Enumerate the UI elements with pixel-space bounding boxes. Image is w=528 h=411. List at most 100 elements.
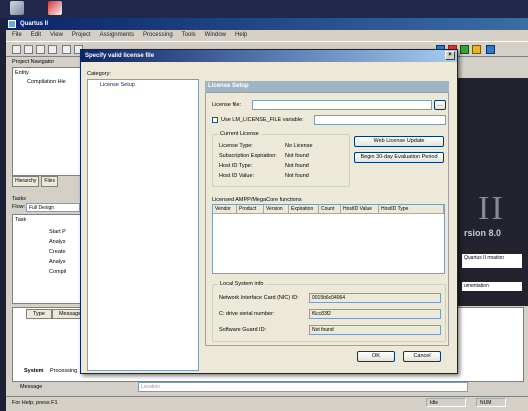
status-num: NUM [476,398,506,407]
location-placeholder: Location [141,384,160,390]
column-type[interactable]: Type [26,309,52,319]
ok-button[interactable]: OK [357,351,395,362]
column-count[interactable]: Count [319,205,341,214]
cancel-button[interactable]: Cancel [403,351,441,362]
software-guard-label: Software Guard ID: [219,327,267,333]
tab-processing[interactable]: Processing [50,368,77,374]
column-product[interactable]: Product [237,205,264,214]
task-item[interactable]: Analys [49,239,66,245]
app-title-bar: Quartus II [6,18,528,30]
tab-system[interactable]: System [24,368,44,374]
navigator-tabs: Hierarchy Files [12,176,82,187]
menu-window[interactable]: Window [205,30,226,41]
programmer-icon[interactable] [472,45,481,54]
license-setup-content: License Setup License file: ... Use LM_L… [203,79,453,371]
tab-files[interactable]: Files [41,176,58,187]
nic-id-value: 0015b6c04064 [309,293,441,303]
host-id-type-label: Host ID Type: [219,163,253,169]
project-navigator: Entity Compilation Hie [12,67,82,176]
desktop-strip [0,0,528,18]
splash-link-documentation[interactable]: umentation [462,282,522,291]
license-type-label: License Type: [219,143,253,149]
license-file-input[interactable] [252,100,432,110]
task-item[interactable]: Compil [49,269,66,275]
host-id-value-label: Host ID Value: [219,173,255,179]
web-license-update-button[interactable]: Web License Update [354,136,444,147]
local-system-info-group: Local System info Network Interface Card… [212,281,446,342]
message-label: Message [20,384,43,390]
setup-area: License file: ... Use LM_LICENSE_FILE va… [205,92,449,346]
drive-serial-label: C: drive serial number: [219,311,275,317]
menu-project[interactable]: Project [72,30,91,41]
license-type-value: No License [285,143,313,149]
close-icon[interactable]: × [445,51,455,60]
menu-tools[interactable]: Tools [182,30,196,41]
tasks-pane: Task Start P Analys Create Analys Compil [12,214,82,304]
flow-label: Flow: [12,204,26,210]
local-system-info-title: Local System info [218,281,266,287]
tab-hierarchy[interactable]: Hierarchy [12,176,40,187]
nic-id-label: Network Interface Card (NIC) ID: [219,295,299,301]
category-tree: License Setup [87,79,199,371]
desktop-shortcut-icon[interactable] [10,1,24,15]
new-file-icon[interactable] [12,45,21,54]
splash-panel: II rsion 8.0 Quartus II rmation umentati… [458,78,528,306]
browse-button[interactable]: ... [434,100,446,110]
open-file-icon[interactable] [24,45,33,54]
task-item[interactable]: Start P [49,229,66,235]
begin-evaluation-button[interactable]: Begin 30-day Evaluation Period [354,152,444,163]
menu-edit[interactable]: Edit [31,30,41,41]
flow-select[interactable]: Full Design [26,203,80,212]
task-item[interactable]: Analys [49,259,66,265]
status-idle: Idle [426,398,466,407]
subscription-expiration-value: Not found [285,153,309,159]
column-expiration[interactable]: Expiration [289,205,319,214]
dialog-title: Specify valid license file [85,53,155,59]
dialog-title-bar: Specify valid license file [81,50,457,62]
task-header: Task [15,217,27,223]
category-item-license-setup[interactable]: License Setup [100,82,135,88]
menu-file[interactable]: File [12,30,22,41]
app-icon [8,20,16,28]
splash-link-info[interactable]: Quartus II rmation [462,254,522,268]
current-license-title: Current License [218,131,261,137]
use-lm-license-checkbox[interactable] [212,117,218,123]
analyze-icon[interactable] [460,45,469,54]
drive-serial-value: f6cc83f2 [309,309,441,319]
licensed-functions-header: Vendor Product Version Expiration Count … [213,205,444,214]
column-hostid-type[interactable]: HostID Type [379,205,444,214]
software-guard-value: Not found [309,325,441,335]
help-icon[interactable] [486,45,495,54]
entity-header: Entity [15,70,29,76]
licensed-functions-title: Licensed AMPP/MegaCore functions [212,197,302,203]
license-dialog: Specify valid license file × Category: L… [80,49,458,374]
menu-assignments[interactable]: Assignments [100,30,134,41]
location-field[interactable]: Location [138,382,468,392]
column-hostid-value[interactable]: HostID Value [341,205,379,214]
messages-header: Type Message [26,309,89,319]
compilation-hierarchy-item[interactable]: Compilation Hie [27,79,66,85]
menu-processing[interactable]: Processing [143,30,173,41]
app-title: Quartus II [20,21,49,27]
desktop-shortcut-icon[interactable] [48,1,62,15]
license-file-label: License file: [212,102,242,108]
current-license-group: Current License License Type: No License… [212,131,350,187]
licensed-functions-table: Vendor Product Version Expiration Count … [212,204,445,274]
subscription-expiration-label: Subscription Expiration: [219,153,277,159]
save-icon[interactable] [36,45,45,54]
use-lm-license-label: Use LM_LICENSE_FILE variable: [221,117,304,123]
menu-bar: File Edit View Project Assignments Proce… [6,30,528,41]
menu-view[interactable]: View [50,30,63,41]
column-vendor[interactable]: Vendor [213,205,237,214]
column-version[interactable]: Version [264,205,289,214]
menu-help[interactable]: Help [235,30,247,41]
lm-license-variable-field[interactable] [314,115,446,125]
product-roman-numeral: II [478,190,505,227]
print-icon[interactable] [48,45,57,54]
navigator-label: Project Navigator [12,59,55,65]
host-id-type-value: Not found [285,163,309,169]
task-item[interactable]: Create [49,249,66,255]
status-help-text: For Help, press F1 [12,400,58,406]
cut-icon[interactable] [62,45,71,54]
category-label: Category: [87,71,111,77]
